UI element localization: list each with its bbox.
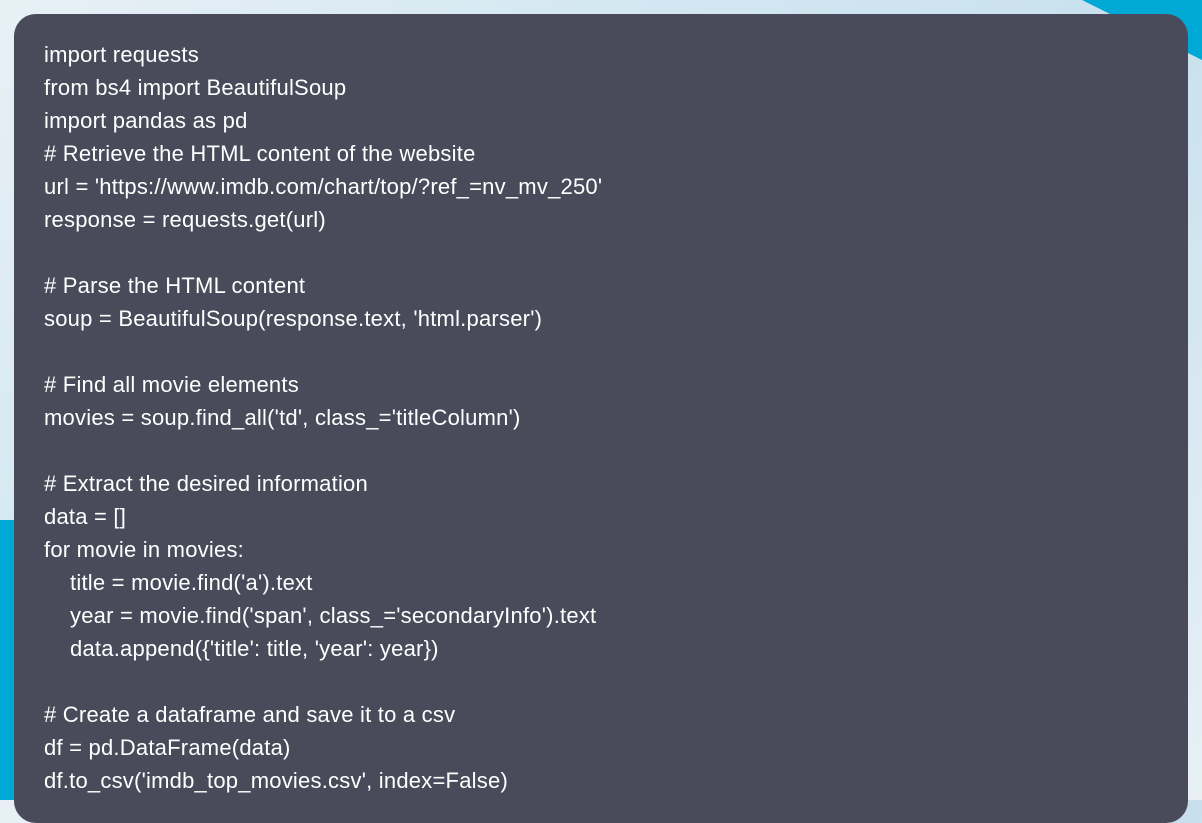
code-line-blank (44, 236, 1158, 269)
code-line: # Extract the desired information (44, 467, 1158, 500)
code-line: movies = soup.find_all('td', class_='tit… (44, 401, 1158, 434)
code-line-blank (44, 665, 1158, 698)
code-line: df.to_csv('imdb_top_movies.csv', index=F… (44, 764, 1158, 797)
code-line: url = 'https://www.imdb.com/chart/top/?r… (44, 170, 1158, 203)
code-line: df = pd.DataFrame(data) (44, 731, 1158, 764)
code-line: # Create a dataframe and save it to a cs… (44, 698, 1158, 731)
code-line: import requests (44, 38, 1158, 71)
code-line: # Find all movie elements (44, 368, 1158, 401)
code-line: data = [] (44, 500, 1158, 533)
code-line: soup = BeautifulSoup(response.text, 'htm… (44, 302, 1158, 335)
code-line: title = movie.find('a').text (44, 566, 1158, 599)
code-block: import requests from bs4 import Beautifu… (14, 14, 1188, 823)
code-line: # Retrieve the HTML content of the websi… (44, 137, 1158, 170)
code-line: import pandas as pd (44, 104, 1158, 137)
code-line: from bs4 import BeautifulSoup (44, 71, 1158, 104)
code-line: year = movie.find('span', class_='second… (44, 599, 1158, 632)
code-line: response = requests.get(url) (44, 203, 1158, 236)
code-line: data.append({'title': title, 'year': yea… (44, 632, 1158, 665)
code-line-blank (44, 335, 1158, 368)
code-line-blank (44, 434, 1158, 467)
code-line: # Parse the HTML content (44, 269, 1158, 302)
code-line: for movie in movies: (44, 533, 1158, 566)
